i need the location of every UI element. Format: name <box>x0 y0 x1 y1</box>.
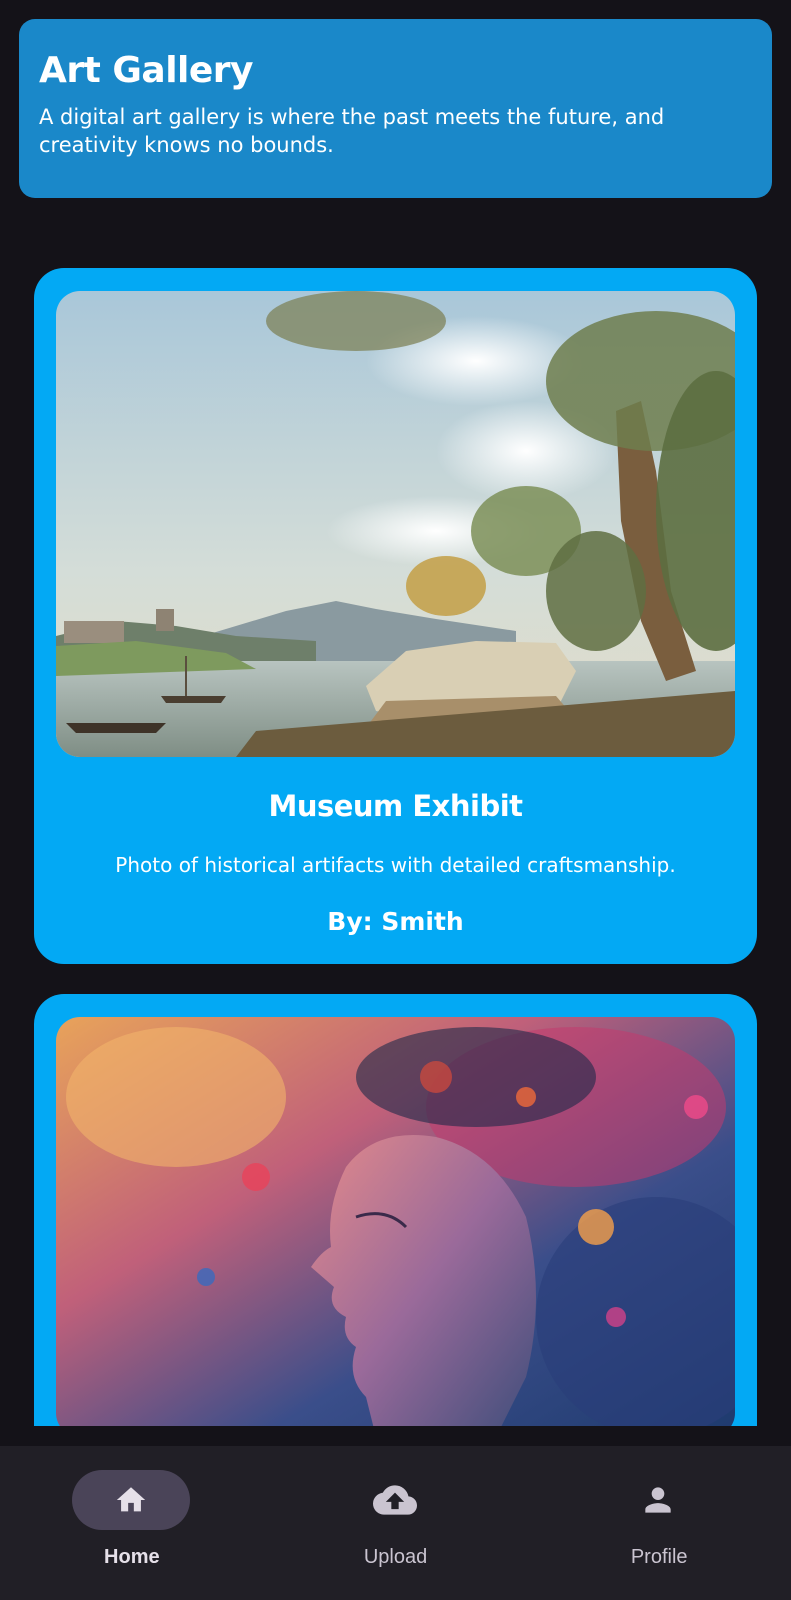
nav-item-upload[interactable]: Upload <box>264 1446 528 1600</box>
artwork-card[interactable]: Museum Exhibit Photo of historical artif… <box>34 268 757 964</box>
app-screen: Art Gallery A digital art gallery is whe… <box>0 0 791 1600</box>
header-card: Art Gallery A digital art gallery is whe… <box>19 19 772 198</box>
nav-label-home: Home <box>104 1546 160 1568</box>
page-description: A digital art gallery is where the past … <box>39 105 665 157</box>
home-icon <box>116 1487 145 1512</box>
artwork-card[interactable] <box>34 994 757 1426</box>
artwork-title: Museum Exhibit <box>268 789 523 823</box>
nav-active-indicator <box>71 1470 190 1530</box>
artwork-author: By: Smith <box>327 907 464 936</box>
cloud-upload-icon <box>372 1485 417 1515</box>
nav-label-profile: Profile <box>630 1546 688 1568</box>
artwork-image-landscape[interactable] <box>56 291 735 757</box>
page-title: Art Gallery <box>39 50 254 91</box>
nav-label-upload: Upload <box>363 1546 428 1568</box>
landscape-painting-image <box>56 291 735 757</box>
artwork-description: Photo of historical artifacts with detai… <box>115 853 676 877</box>
abstract-portrait-image <box>56 1017 735 1426</box>
nav-item-home[interactable]: Home <box>0 1446 264 1600</box>
artwork-feed[interactable]: Museum Exhibit Photo of historical artif… <box>0 198 791 1426</box>
nav-item-profile[interactable]: Profile <box>527 1446 791 1600</box>
artwork-image-portrait[interactable] <box>56 1017 735 1426</box>
nav-indicator-slot <box>599 1470 717 1530</box>
bottom-navigation: Home Upload Profile <box>0 1446 791 1600</box>
nav-indicator-slot <box>336 1470 454 1530</box>
person-icon <box>645 1487 671 1513</box>
